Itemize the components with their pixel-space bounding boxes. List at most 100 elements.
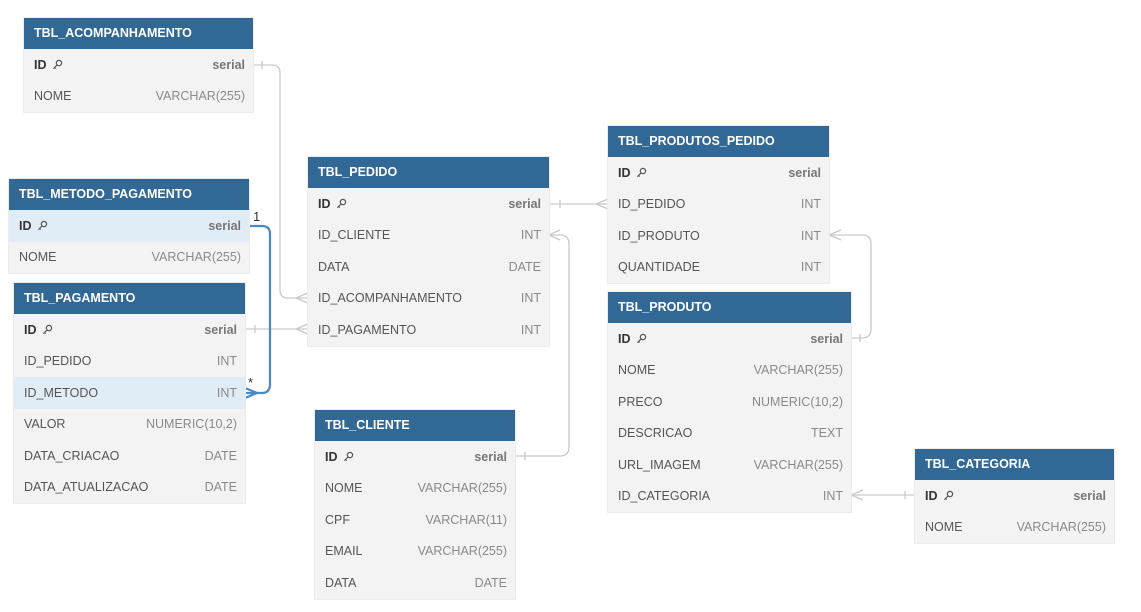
table-title[interactable]: TBL_PRODUTO — [608, 292, 851, 323]
field-row[interactable]: ID_PEDIDO INT — [608, 189, 829, 221]
field-name-cell: ID — [325, 450, 354, 464]
primary-key-icon — [336, 198, 347, 209]
field-name-cell: ID_PEDIDO — [24, 354, 91, 368]
field-name: CPF — [325, 512, 350, 527]
field-name: ID_PEDIDO — [24, 354, 92, 369]
field-row[interactable]: ID serial — [315, 441, 515, 473]
field-row[interactable]: CPF VARCHAR(11) — [315, 504, 515, 536]
field-name: ID_PRODUTO — [618, 228, 700, 243]
field-name-cell: ID — [925, 489, 954, 503]
table-pagamento[interactable]: TBL_PAGAMENTO ID serial ID_PEDIDO INT ID_METO… — [14, 283, 245, 503]
field-name: ID — [19, 218, 32, 233]
field-type: INT — [800, 260, 821, 275]
table-metodo[interactable]: TBL_METODO_PAGAMENTO ID serial NOME VARCHAR(… — [9, 179, 249, 273]
field-type: DATE — [508, 259, 541, 274]
primary-key-icon — [636, 167, 647, 178]
field-row[interactable]: ID serial — [915, 480, 1114, 512]
field-row[interactable]: ID serial — [9, 210, 249, 242]
field-name: ID — [325, 449, 338, 464]
table-acomp[interactable]: TBL_ACOMPANHAMENTO ID serial NOME VARCHAR(25… — [24, 18, 253, 112]
field-name-cell: DATA_CRIACAO — [24, 449, 119, 463]
field-type: VARCHAR(11) — [425, 512, 508, 527]
field-name-cell: NOME — [19, 250, 57, 264]
field-row[interactable]: QUANTIDADE INT — [608, 252, 829, 284]
field-row[interactable]: ID_PEDIDO INT — [14, 346, 245, 378]
field-name-cell: PRECO — [618, 395, 662, 409]
table-title[interactable]: TBL_PEDIDO — [308, 157, 549, 188]
field-name: ID — [618, 165, 631, 180]
field-name-cell: ID_CLIENTE — [318, 228, 390, 242]
field-name-cell: DATA — [318, 260, 349, 274]
primary-key-icon — [37, 220, 48, 231]
field-row[interactable]: DATA_ATUALIZACAO DATE — [14, 472, 245, 504]
field-name-cell: ID_CATEGORIA — [618, 489, 710, 503]
field-name-cell: URL_IMAGEM — [618, 458, 701, 472]
field-row[interactable]: ID serial — [24, 49, 253, 81]
field-name: DATA_ATUALIZACAO — [24, 480, 149, 495]
field-row[interactable]: ID_CLIENTE INT — [308, 220, 549, 252]
primary-key-icon — [343, 451, 354, 462]
field-row[interactable]: ID serial — [308, 188, 549, 220]
field-name: ID — [34, 57, 47, 72]
field-name-cell: VALOR — [24, 417, 65, 431]
field-row[interactable]: VALOR NUMERIC(10,2) — [14, 409, 245, 441]
field-row[interactable]: EMAIL VARCHAR(255) — [315, 536, 515, 568]
field-type: VARCHAR(255) — [151, 250, 241, 265]
field-type: INT — [800, 197, 821, 212]
field-row[interactable]: DATA_CRIACAO DATE — [14, 440, 245, 472]
field-type: serial — [212, 57, 245, 72]
field-type: INT — [822, 489, 843, 504]
table-title[interactable]: TBL_METODO_PAGAMENTO — [9, 179, 249, 210]
field-row[interactable]: ID serial — [14, 314, 245, 346]
table-title[interactable]: TBL_ACOMPANHAMENTO — [24, 18, 253, 49]
field-name-cell: ID_METODO — [24, 386, 98, 400]
field-type: INT — [800, 228, 821, 243]
field-row[interactable]: URL_IMAGEM VARCHAR(255) — [608, 449, 851, 481]
field-row[interactable]: NOME VARCHAR(255) — [24, 81, 253, 113]
field-name: NOME — [618, 363, 656, 378]
table-prodped[interactable]: TBL_PRODUTOS_PEDIDO ID serial ID_PEDIDO INT I… — [608, 126, 829, 283]
field-type: TEXT — [811, 426, 843, 441]
field-row[interactable]: DATA DATE — [308, 251, 549, 283]
field-row[interactable]: NOME VARCHAR(255) — [315, 473, 515, 505]
field-name-cell: ID_PRODUTO — [618, 229, 700, 243]
table-title[interactable]: TBL_CLIENTE — [315, 410, 515, 441]
field-row[interactable]: ID_METODO INT — [14, 377, 245, 409]
field-type: INT — [520, 322, 541, 337]
field-name: ID — [24, 322, 37, 337]
table-title[interactable]: TBL_PRODUTOS_PEDIDO — [608, 126, 829, 157]
field-row[interactable]: PRECO NUMERIC(10,2) — [608, 386, 851, 418]
field-name: ID_ACOMPANHAMENTO — [318, 291, 463, 306]
field-row[interactable]: ID_CATEGORIA INT — [608, 481, 851, 513]
field-row[interactable]: NOME VARCHAR(255) — [9, 242, 249, 274]
field-type: VARCHAR(255) — [753, 363, 843, 378]
cardinality-one-label: 1 — [253, 209, 261, 224]
field-row[interactable]: ID_PAGAMENTO INT — [308, 314, 549, 346]
field-name: NOME — [19, 250, 57, 265]
field-row[interactable]: NOME VARCHAR(255) — [608, 355, 851, 387]
field-name-cell: ID — [19, 219, 48, 233]
field-row[interactable]: DESCRICAO TEXT — [608, 418, 851, 450]
field-type: VARCHAR(255) — [753, 457, 843, 472]
table-pedido[interactable]: TBL_PEDIDO ID serial ID_CLIENTE INT DATA DATE I… — [308, 157, 549, 346]
table-title[interactable]: TBL_CATEGORIA — [915, 449, 1114, 480]
field-name: EMAIL — [325, 544, 363, 559]
table-categoria[interactable]: TBL_CATEGORIA ID serial NOME VARCHAR(255) — [915, 449, 1114, 543]
field-name-cell: QUANTIDADE — [618, 260, 700, 274]
field-type: INT — [520, 228, 541, 243]
table-produto[interactable]: TBL_PRODUTO ID serial NOME VARCHAR(255) PRECO… — [608, 292, 851, 512]
field-type: serial — [208, 218, 241, 233]
field-name-cell: DATA_ATUALIZACAO — [24, 480, 148, 494]
field-row[interactable]: ID_ACOMPANHAMENTO INT — [308, 283, 549, 315]
field-row[interactable]: DATA DATE — [315, 567, 515, 599]
field-name-cell: ID_ACOMPANHAMENTO — [318, 291, 462, 305]
field-name: ID_METODO — [24, 385, 99, 400]
table-cliente[interactable]: TBL_CLIENTE ID serial NOME VARCHAR(255) CPF VA… — [315, 410, 515, 599]
field-row[interactable]: ID_PRODUTO INT — [608, 220, 829, 252]
field-row[interactable]: ID serial — [608, 157, 829, 189]
field-row[interactable]: NOME VARCHAR(255) — [915, 512, 1114, 544]
field-row[interactable]: ID serial — [608, 323, 851, 355]
field-type: VARCHAR(255) — [155, 89, 245, 104]
field-name-cell: ID — [618, 166, 647, 180]
table-title[interactable]: TBL_PAGAMENTO — [14, 283, 245, 314]
